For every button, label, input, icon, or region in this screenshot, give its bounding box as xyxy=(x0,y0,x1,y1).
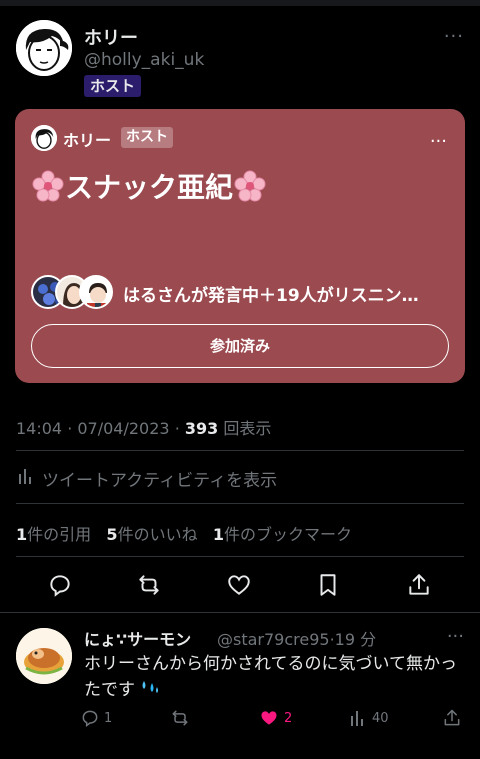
space-card[interactable]: ホリー ホスト ··· スナック亜紀 はるさんが発言中＋19人がリスニン… 参加… xyxy=(15,109,465,383)
reply-more-icon[interactable]: ··· xyxy=(447,626,464,647)
reply-share-button[interactable] xyxy=(442,708,462,728)
author-handle[interactable]: @holly_aki_uk xyxy=(84,50,204,70)
divider xyxy=(0,612,480,613)
author-name[interactable]: ホリー xyxy=(84,24,138,50)
author-avatar[interactable] xyxy=(16,20,72,76)
tweet-activity-link[interactable]: ツイートアクティビティを表示 xyxy=(16,466,277,491)
tweet-time[interactable]: 14:04 xyxy=(16,419,62,438)
space-more-icon[interactable]: ··· xyxy=(430,131,447,152)
retweet-icon xyxy=(172,710,188,726)
bookmark-icon xyxy=(320,574,336,596)
reply-views-count: 40 xyxy=(372,710,389,726)
space-title: スナック亜紀 xyxy=(65,171,234,204)
reply-icon xyxy=(50,575,70,597)
reply-reply-button[interactable]: 1 xyxy=(80,708,112,728)
share-button[interactable] xyxy=(401,567,437,603)
bookmark-button[interactable] xyxy=(310,567,346,603)
likes-count: 5 xyxy=(106,525,118,544)
analytics-icon xyxy=(351,711,363,726)
space-host-badge: ホスト xyxy=(121,127,173,148)
views-count: 393 xyxy=(184,419,219,438)
heart-icon xyxy=(228,575,250,595)
reply-replies-count: 1 xyxy=(104,710,113,726)
tweet-meta: 14:04 · 07/04/2023 · 393 回表示 xyxy=(16,419,272,438)
like-button[interactable] xyxy=(221,567,257,603)
retweet-button[interactable] xyxy=(131,567,167,603)
quotes-label: 件の引用 xyxy=(27,525,92,544)
analytics-icon xyxy=(16,466,36,491)
reply-likes-count: 2 xyxy=(284,710,293,726)
views-label: 回表示 xyxy=(223,419,272,438)
reply-button[interactable] xyxy=(42,567,78,603)
top-border xyxy=(0,0,480,6)
bookmarks-label: 件のブックマーク xyxy=(223,525,352,544)
likes-label: 件のいいね xyxy=(117,525,198,544)
retweet-icon xyxy=(139,575,159,595)
more-options-icon[interactable]: ··· xyxy=(444,26,464,47)
reply-like-button[interactable]: 2 xyxy=(258,708,292,728)
divider xyxy=(16,503,464,504)
quotes-count: 1 xyxy=(16,525,28,544)
tweet-action-bar xyxy=(0,567,480,605)
joined-button[interactable]: 参加済み xyxy=(31,324,449,368)
space-host-name: ホリー xyxy=(63,131,112,150)
reply-retweet-button[interactable] xyxy=(170,708,190,728)
tweet-stats: 1件の引用 5件のいいね 1件のブックマーク xyxy=(16,521,352,545)
reply-author-avatar[interactable] xyxy=(16,628,72,684)
reply-author-name[interactable]: にょ∵サーモン xyxy=(84,626,191,650)
tweet-date[interactable]: 07/04/2023 xyxy=(77,419,169,438)
speaker-status: はるさんが発言中＋19人がリスニン… xyxy=(123,286,419,306)
space-title-row: スナック亜紀 xyxy=(31,166,267,206)
share-icon xyxy=(409,574,429,595)
bookmarks-count: 1 xyxy=(212,525,224,544)
divider xyxy=(16,450,464,451)
share-icon xyxy=(444,709,460,726)
divider xyxy=(16,556,464,557)
reply-icon xyxy=(82,710,98,727)
listener-avatars xyxy=(31,275,121,311)
listener-avatar xyxy=(79,275,113,309)
reply-views-button[interactable]: 40 xyxy=(348,708,389,728)
space-host-avatar xyxy=(31,125,57,151)
heart-filled-icon xyxy=(261,711,277,725)
quotes-stat[interactable]: 1件の引用 xyxy=(16,525,91,544)
sweat-droplets-icon xyxy=(140,680,160,700)
bookmarks-stat[interactable]: 1件のブックマーク xyxy=(213,525,352,544)
reply-action-bar: 1 2 40 xyxy=(80,708,470,732)
reply-author-handle-time[interactable]: @star79cre95·19 分 xyxy=(217,626,376,650)
host-badge: ホスト xyxy=(84,75,142,97)
activity-label: ツイートアクティビティを表示 xyxy=(42,471,278,491)
reply-text: ホリーさんから何かされてるのに気づいて無かったです xyxy=(84,651,464,703)
cherry-blossom-icon xyxy=(233,169,267,203)
likes-stat[interactable]: 5件のいいね xyxy=(106,525,197,544)
cherry-blossom-icon xyxy=(31,169,65,203)
